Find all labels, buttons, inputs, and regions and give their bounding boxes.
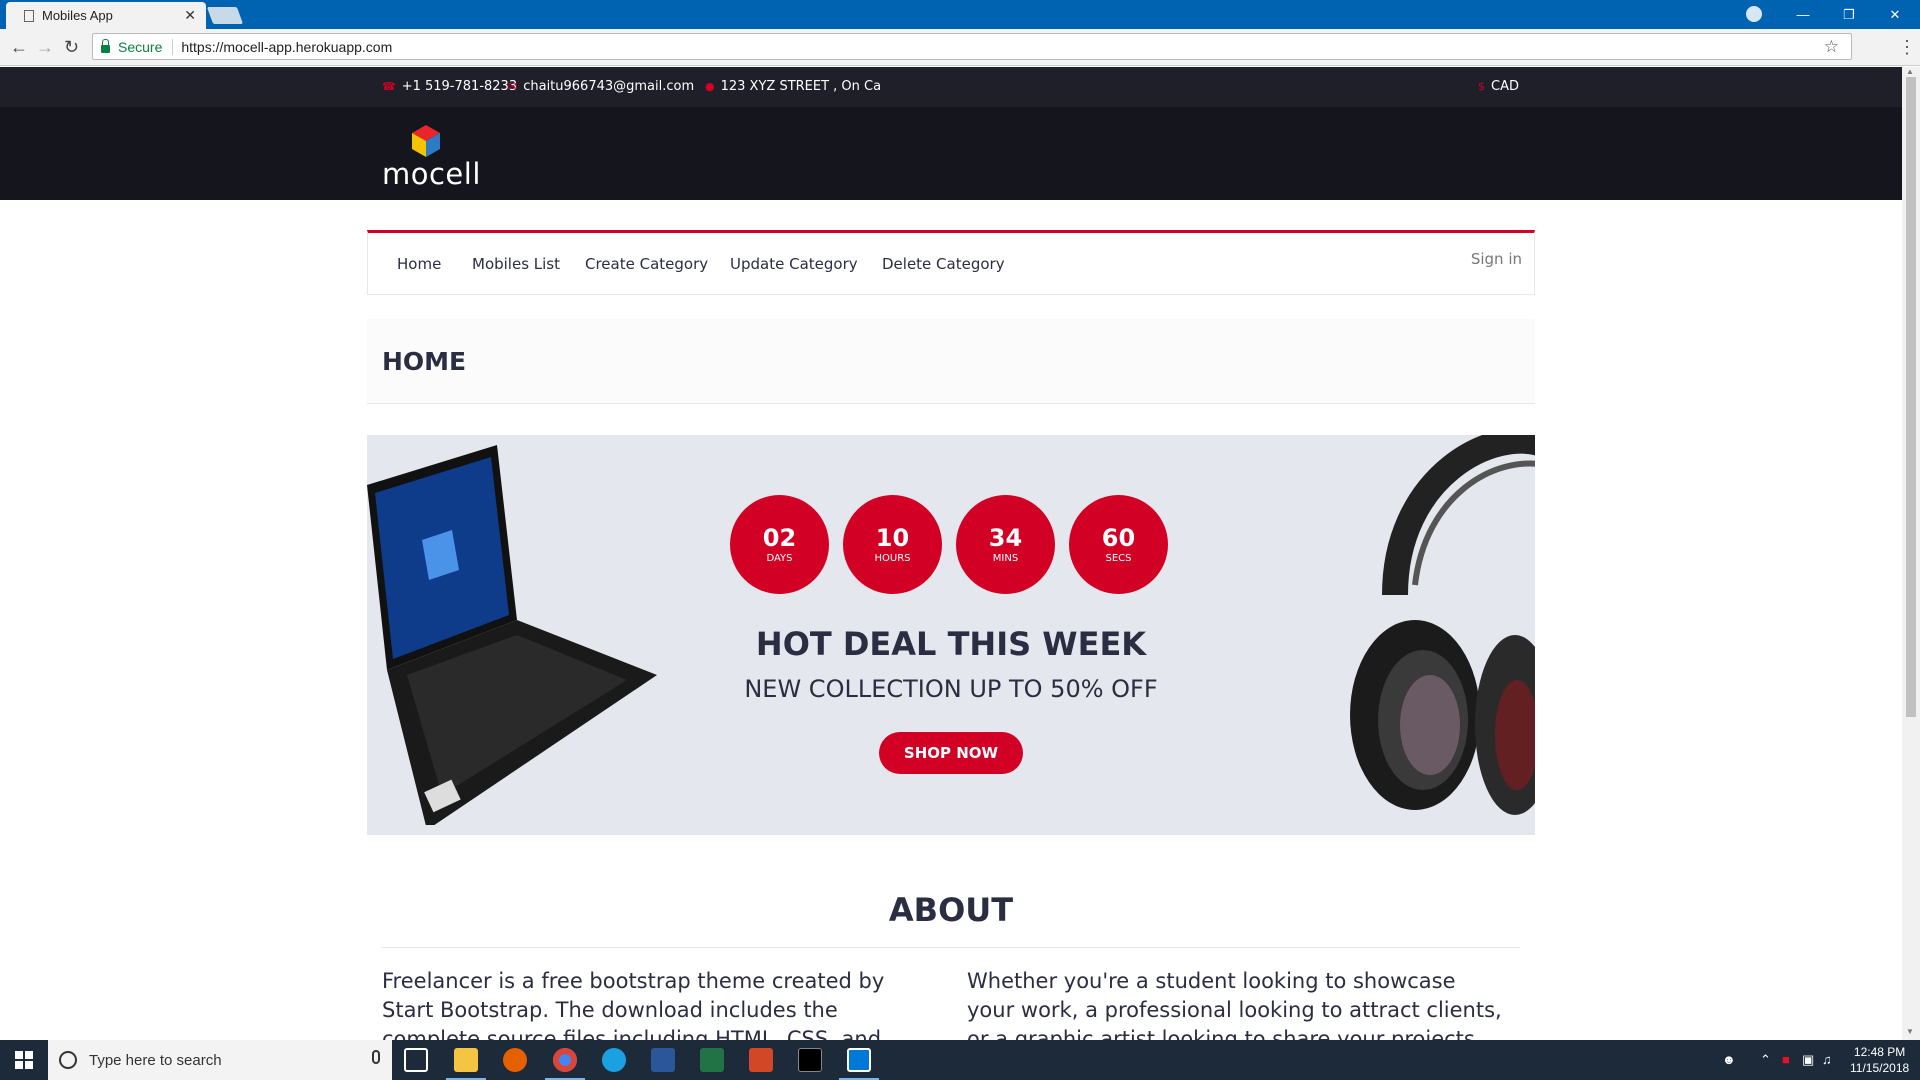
countdown-value: 60 (1101, 524, 1136, 552)
page-title: HOME (382, 347, 467, 376)
browser-toolbar: ← → ↻ Secure https://mocell-app.herokuap… (0, 29, 1920, 66)
address-info[interactable]: ● 123 XYZ STREET , On Ca (705, 79, 881, 94)
countdown-value: 02 (762, 524, 797, 552)
tab-close-icon[interactable]: ✕ (184, 7, 196, 24)
email-info[interactable]: ✉ chaitu966743@gmail.com (508, 79, 694, 94)
firefox-icon[interactable] (503, 1048, 527, 1072)
tray-chevron-icon[interactable]: ⌃ (1760, 1052, 1771, 1068)
network-icon[interactable]: ▣ (1802, 1052, 1814, 1068)
page-scrollbar[interactable]: ▲ ▼ (1902, 67, 1920, 1040)
countdown-unit: DAYS (766, 553, 793, 564)
edge-icon[interactable] (602, 1048, 626, 1072)
about-right-text: Whether you're a student looking to show… (967, 969, 1502, 1040)
email-text: chaitu966743@gmail.com (523, 79, 695, 94)
browser-titlebar: Mobiles App ✕ — ❐ ✕ (0, 0, 1920, 29)
cortana-icon (59, 1051, 77, 1069)
countdown-mins: 34 MINS (956, 495, 1055, 594)
browser-tab[interactable]: Mobiles App ✕ (6, 2, 206, 29)
windows-logo-icon (15, 1051, 33, 1069)
dollar-icon: $ (1478, 80, 1485, 93)
logo-text: mocell (382, 157, 481, 191)
site-header: mocell (0, 107, 1902, 200)
reload-icon[interactable]: ↻ (64, 37, 79, 57)
shop-now-button[interactable]: SHOP NOW (879, 732, 1023, 774)
window-close-icon[interactable]: ✕ (1872, 0, 1918, 29)
task-view-icon[interactable] (404, 1048, 428, 1072)
scroll-down-icon[interactable]: ▼ (1906, 1027, 1914, 1036)
nav-create-category[interactable]: Create Category (585, 255, 708, 273)
currency-text: CAD (1491, 79, 1519, 94)
lock-icon (101, 38, 110, 53)
nav-delete-category[interactable]: Delete Category (882, 255, 1005, 273)
countdown-unit: HOURS (874, 553, 911, 564)
url-text[interactable]: https://mocell-app.herokuapp.com (181, 39, 392, 55)
start-button[interactable] (0, 1040, 48, 1080)
tab-title: Mobiles App (42, 8, 113, 23)
scroll-up-icon[interactable]: ▲ (1906, 67, 1914, 76)
system-clock[interactable]: 12:48 PM 11/15/2018 (1850, 1044, 1909, 1076)
about-title: ABOUT (888, 891, 1014, 929)
countdown-unit: MINS (992, 553, 1019, 564)
excel-icon[interactable] (700, 1048, 724, 1072)
divider (172, 38, 174, 55)
clock-date: 11/15/2018 (1850, 1061, 1910, 1075)
restore-icon[interactable]: ❐ (1826, 0, 1872, 29)
app-icon[interactable] (847, 1048, 871, 1072)
profile-icon[interactable] (1746, 6, 1762, 22)
chrome-icon[interactable] (553, 1048, 577, 1072)
nav-home[interactable]: Home (397, 255, 441, 273)
scroll-thumb[interactable] (1906, 77, 1916, 717)
map-marker-icon: ● (705, 80, 715, 93)
about-left-text: Freelancer is a free bootstrap theme cre… (382, 969, 885, 1040)
main-navigation: Home Mobiles List Create Category Update… (367, 230, 1535, 295)
powerpoint-icon[interactable] (749, 1048, 773, 1072)
forward-icon[interactable]: → (36, 37, 54, 57)
countdown-secs: 60 SECS (1069, 495, 1168, 594)
page-heading-section: HOME (367, 319, 1535, 404)
bookmark-star-icon[interactable]: ☆ (1824, 37, 1839, 57)
address-text: 123 XYZ STREET , On Ca (720, 79, 882, 94)
microphone-icon[interactable] (372, 1050, 380, 1064)
cube-logo-icon (412, 125, 440, 157)
phone-text: +1 519-781-8233 (401, 79, 518, 94)
document-icon (24, 9, 34, 22)
countdown-hours: 10 HOURS (843, 495, 942, 594)
people-icon[interactable]: ☻ (1722, 1052, 1736, 1067)
nav-mobiles-list[interactable]: Mobiles List (472, 255, 560, 273)
about-divider (382, 947, 1520, 948)
phone-icon: ☎ (382, 80, 396, 93)
nav-update-category[interactable]: Update Category (730, 255, 858, 273)
top-info-bar: ☎ +1 519-781-8233 ✉ chaitu966743@gmail.c… (0, 67, 1902, 107)
back-icon[interactable]: ← (10, 37, 28, 57)
file-explorer-icon[interactable] (454, 1048, 478, 1072)
site-logo[interactable]: mocell (382, 123, 482, 191)
minimize-icon[interactable]: — (1780, 0, 1826, 29)
volume-icon[interactable]: ♫ (1822, 1052, 1832, 1067)
countdown-unit: SECS (1105, 553, 1132, 564)
currency-selector[interactable]: $ CAD (1478, 79, 1519, 94)
secure-label: Secure (118, 38, 163, 55)
sign-in-link[interactable]: Sign in (1471, 250, 1522, 268)
clock-time: 12:48 PM (1853, 1045, 1906, 1059)
windows-taskbar: Type here to search ☻ ⌃ ■ ▣ ♫ 12:48 PM 1… (0, 1040, 1920, 1080)
new-tab-button[interactable] (206, 7, 244, 24)
countdown-value: 34 (988, 524, 1023, 552)
deal-countdown: 02 DAYS 10 HOURS 34 MINS 60 SECS (730, 495, 1168, 594)
terminal-icon[interactable] (798, 1048, 822, 1072)
countdown-days: 02 DAYS (730, 495, 829, 594)
address-bar[interactable]: Secure https://mocell-app.herokuapp.com … (92, 33, 1852, 60)
phone-info[interactable]: ☎ +1 519-781-8233 (382, 79, 517, 94)
browser-menu-icon[interactable]: ⋮ (1898, 37, 1916, 58)
headphones-image (1350, 435, 1535, 815)
hot-deal-banner: 02 DAYS 10 HOURS 34 MINS 60 SECS HOT DEA… (367, 435, 1535, 835)
search-placeholder: Type here to search (89, 1051, 222, 1069)
word-icon[interactable] (651, 1048, 675, 1072)
envelope-icon: ✉ (508, 80, 518, 93)
page-viewport: ☎ +1 519-781-8233 ✉ chaitu966743@gmail.c… (0, 67, 1902, 1040)
taskbar-search[interactable]: Type here to search (48, 1040, 392, 1080)
countdown-value: 10 (875, 524, 910, 552)
antivirus-icon[interactable]: ■ (1782, 1052, 1790, 1067)
